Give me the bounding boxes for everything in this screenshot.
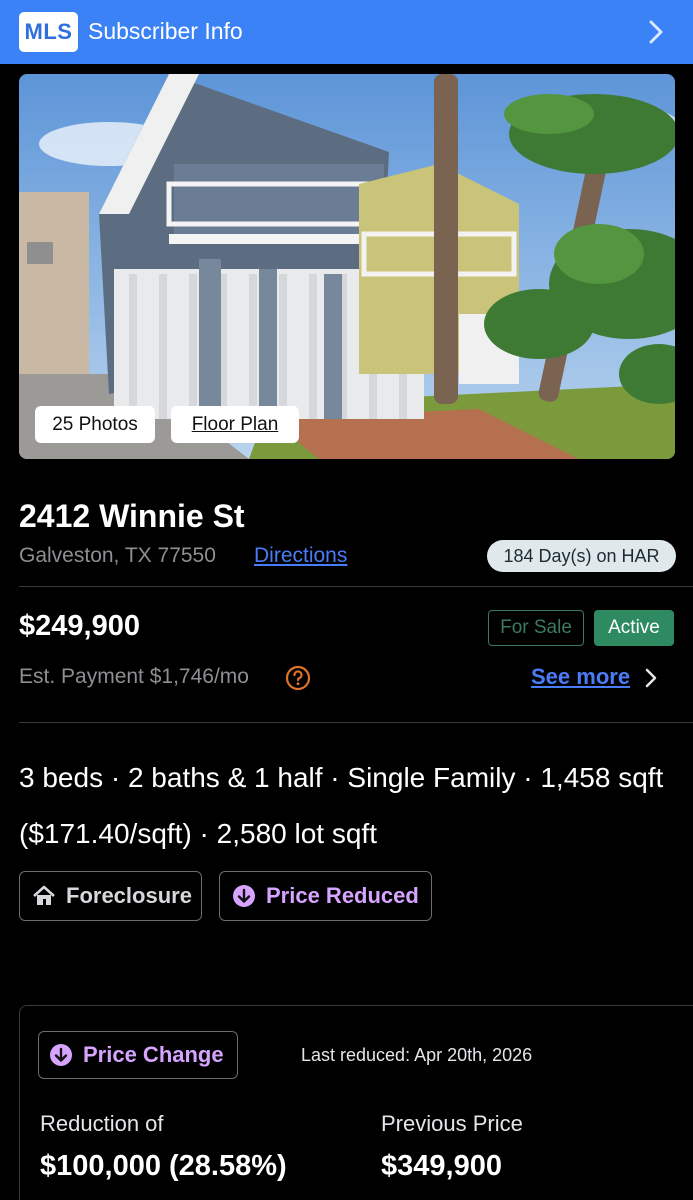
listing-address: 2412 Winnie St	[19, 498, 245, 534]
subscriber-info-bar[interactable]: MLS Subscriber Info	[0, 0, 693, 64]
divider	[19, 586, 693, 587]
photos-count-button[interactable]: 25 Photos	[35, 406, 155, 443]
mls-logo: MLS	[19, 12, 78, 52]
chevron-right-icon[interactable]	[643, 666, 659, 690]
price-reduced-tag: Price Reduced	[219, 871, 432, 921]
previous-price-value: $349,900	[381, 1150, 502, 1182]
listing-price: $249,900	[19, 610, 140, 642]
listing-city: Galveston, TX 77550	[19, 544, 216, 567]
house-icon	[33, 885, 55, 905]
arrow-down-circle-icon	[50, 1044, 72, 1066]
price-reduced-label: Price Reduced	[266, 883, 419, 908]
reduction-value: $100,000 (28.58%)	[40, 1150, 287, 1182]
estimated-payment: Est. Payment $1,746/mo	[19, 665, 249, 688]
chevron-right-icon[interactable]	[645, 19, 667, 45]
reduction-label: Reduction of	[40, 1111, 164, 1136]
price-change-button[interactable]: Price Change	[38, 1031, 238, 1079]
previous-price-label: Previous Price	[381, 1111, 523, 1136]
foreclosure-label: Foreclosure	[66, 883, 192, 908]
status-for-sale-badge: For Sale	[488, 610, 584, 646]
directions-link[interactable]: Directions	[254, 544, 347, 568]
see-more-link[interactable]: See more	[531, 664, 630, 690]
price-change-label: Price Change	[83, 1042, 224, 1067]
subscriber-info-label: Subscriber Info	[88, 18, 243, 44]
foreclosure-tag: Foreclosure	[19, 871, 202, 921]
status-active-badge: Active	[594, 610, 674, 646]
last-reduced-date: Last reduced: Apr 20th, 2026	[301, 1045, 533, 1065]
question-circle-icon[interactable]	[285, 665, 311, 691]
listing-photo[interactable]	[19, 74, 675, 459]
days-on-har-badge: 184 Day(s) on HAR	[487, 540, 676, 572]
floor-plan-button[interactable]: Floor Plan	[171, 406, 299, 443]
arrow-down-circle-icon	[233, 885, 255, 907]
property-facts: 3 beds · 2 baths & 1 half · Single Famil…	[19, 762, 664, 849]
divider	[19, 722, 693, 723]
